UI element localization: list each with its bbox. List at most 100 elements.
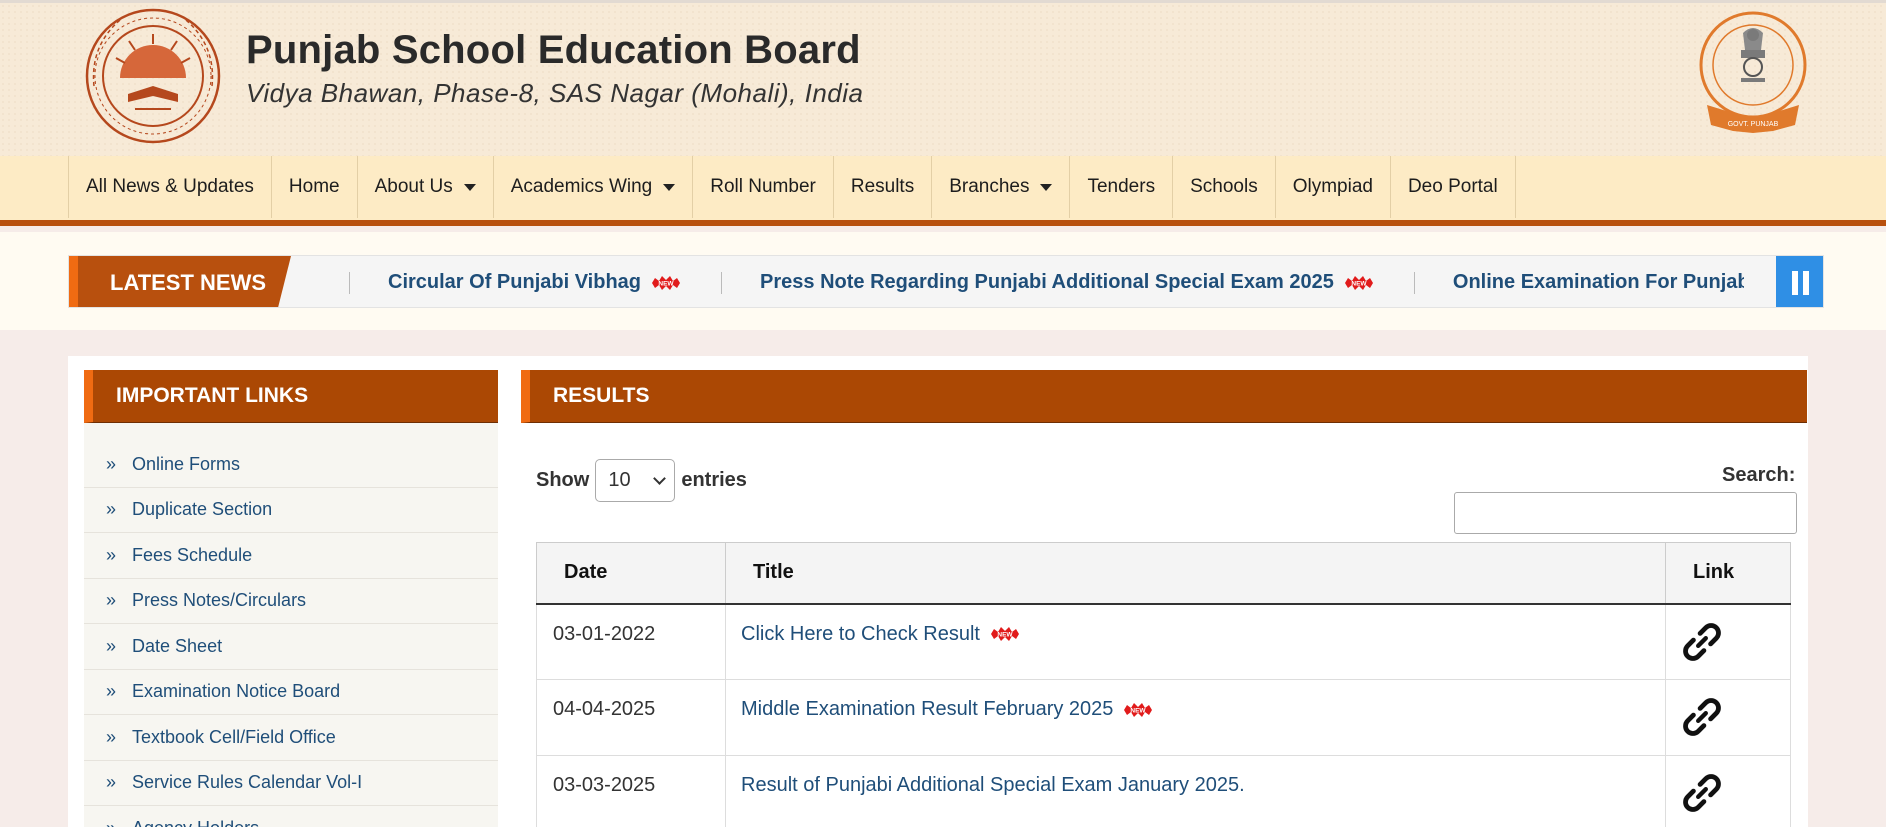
double-chevron-right-icon: »	[106, 544, 117, 565]
emblem-ribbon-text: GOVT. PUNJAB	[1728, 121, 1779, 128]
result-date: 04-04-2025	[536, 679, 726, 756]
nav-item-academics-wing[interactable]: Academics Wing	[494, 156, 694, 218]
important-link-item[interactable]: » Examination Notice Board	[84, 670, 498, 715]
important-link-item[interactable]: » Service Rules Calendar Vol-I	[84, 761, 498, 806]
new-badge-icon	[1344, 275, 1373, 290]
nav-item-label: Home	[288, 176, 340, 197]
nav-item-label: Tenders	[1087, 176, 1156, 197]
site-header: Punjab School Education Board Vidya Bhaw…	[0, 0, 1886, 156]
link-chain-icon[interactable]	[1680, 696, 1724, 738]
nav-menu: All News & Updates Home About Us Academics …	[68, 156, 1516, 218]
search-input[interactable]	[1454, 492, 1797, 534]
ticker-items: Circular Of Punjabi Vibhag Press Note Reg…	[349, 256, 1744, 307]
result-title-link[interactable]: Click Here to Check Result	[741, 623, 980, 645]
nav-item-schools[interactable]: Schools	[1173, 156, 1276, 218]
nav-item-all-news-updates[interactable]: All News & Updates	[69, 156, 272, 218]
double-chevron-right-icon: »	[106, 453, 117, 474]
important-link-item[interactable]: » Fees Schedule	[84, 533, 498, 579]
latest-news-ticker: LATEST NEWS Circular Of Punjabi Vibhag Pr…	[68, 255, 1824, 308]
entries-label: entries	[681, 469, 747, 491]
ticker-news-text: Press Note Regarding Punjabi Additional …	[760, 271, 1334, 293]
result-date: 03-01-2022	[536, 603, 726, 680]
double-chevron-right-icon: »	[106, 635, 117, 656]
site-subtitle: Vidya Bhawan, Phase-8, SAS Nagar (Mohali…	[246, 78, 864, 108]
column-header-link[interactable]: Link	[1665, 542, 1791, 605]
nav-item-deo-portal[interactable]: Deo Portal	[1391, 156, 1516, 218]
double-chevron-right-icon: »	[106, 726, 117, 747]
entries-value: 10	[608, 469, 631, 491]
column-header-title[interactable]: Title	[725, 542, 1666, 605]
double-chevron-right-icon: »	[106, 772, 117, 793]
pseb-seal-logo[interactable]	[80, 6, 226, 146]
ticker-news-link[interactable]: Online Examination For Punjabi A	[1413, 271, 1744, 294]
entries-control: Show 10 entries	[536, 459, 747, 502]
important-link-label: Online Forms	[132, 453, 241, 474]
important-link-label: Agency Holders	[132, 818, 259, 827]
results-title: RESULTS	[521, 370, 1807, 423]
chevron-down-icon	[653, 471, 667, 485]
nav-item-label: Academics Wing	[510, 176, 653, 197]
column-header-date[interactable]: Date	[536, 542, 726, 605]
important-link-item[interactable]: » Agency Holders	[84, 806, 498, 827]
ticker-news-text: Circular Of Punjabi Vibhag	[388, 271, 642, 293]
ticker-news-text: Online Examination For Punjabi A	[1452, 271, 1744, 293]
nav-item-results[interactable]: Results	[834, 156, 933, 218]
important-link-label: Service Rules Calendar Vol-I	[132, 772, 363, 793]
important-link-label: Press Notes/Circulars	[132, 590, 307, 611]
entries-select[interactable]: 10	[595, 459, 676, 502]
table-row: 04-04-2025 Middle Examination Result Febr…	[536, 679, 1791, 756]
important-link-label: Fees Schedule	[132, 544, 253, 565]
results-table: Date Title Link 03-01-2022 Click Here to …	[536, 542, 1791, 827]
nav-item-branches[interactable]: Branches	[932, 156, 1071, 218]
ticker-news-link[interactable]: Press Note Regarding Punjabi Additional …	[721, 271, 1414, 294]
important-link-item[interactable]: » Textbook Cell/Field Office	[84, 715, 498, 761]
important-link-item[interactable]: » Date Sheet	[84, 624, 498, 670]
new-badge-icon	[652, 275, 681, 290]
nav-item-label: Deo Portal	[1407, 176, 1498, 197]
site-title: Punjab School Education Board	[246, 28, 861, 72]
nav-item-label: About Us	[374, 176, 453, 197]
important-link-item[interactable]: » Online Forms	[84, 442, 498, 488]
double-chevron-right-icon: »	[106, 590, 117, 611]
govt-punjab-emblem[interactable]: GOVT. PUNJAB	[1695, 5, 1811, 139]
link-chain-icon[interactable]	[1680, 621, 1724, 663]
result-title-link[interactable]: Result of Punjabi Additional Special Exa…	[741, 774, 1245, 796]
result-title-cell: Result of Punjabi Additional Special Exa…	[725, 755, 1666, 827]
double-chevron-right-icon: »	[106, 681, 117, 702]
show-label: Show	[536, 469, 590, 491]
nav-item-label: Results	[850, 176, 915, 197]
result-link-cell	[1665, 755, 1791, 827]
important-links-list: » Online Forms » Duplicate Section » Fees Sch…	[84, 423, 498, 827]
results-header-row: Date Title Link	[536, 542, 1791, 605]
double-chevron-right-icon: »	[106, 818, 116, 827]
nav-item-about-us[interactable]: About Us	[358, 156, 494, 218]
link-chain-icon[interactable]	[1680, 772, 1724, 814]
nav-item-label: Olympiad	[1292, 176, 1373, 197]
table-row: 03-03-2025 Result of Punjabi Additional S…	[536, 755, 1791, 827]
latest-news-label: LATEST NEWS	[69, 256, 291, 307]
new-badge-icon	[1124, 702, 1153, 717]
nav-item-olympiad[interactable]: Olympiad	[1276, 156, 1391, 218]
result-title-link[interactable]: Middle Examination Result February 2025	[741, 698, 1113, 720]
important-link-label: Duplicate Section	[132, 499, 273, 520]
nav-item-tenders[interactable]: Tenders	[1070, 156, 1174, 218]
table-row: 03-01-2022 Click Here to Check Result	[536, 603, 1791, 680]
nav-item-label: Roll Number	[710, 176, 816, 197]
ticker-news-link[interactable]: Circular Of Punjabi Vibhag	[349, 271, 721, 294]
main-navbar: All News & Updates Home About Us Academics …	[0, 156, 1886, 226]
important-link-item[interactable]: » Press Notes/Circulars	[84, 579, 498, 624]
pause-icon[interactable]	[1776, 256, 1823, 307]
nav-item-home[interactable]: Home	[272, 156, 358, 218]
important-link-label: Examination Notice Board	[132, 681, 341, 702]
result-link-cell	[1665, 679, 1791, 756]
double-chevron-right-icon: »	[106, 499, 117, 520]
important-link-item[interactable]: » Duplicate Section	[84, 488, 498, 533]
caret-down-icon	[663, 183, 676, 191]
result-date: 03-03-2025	[536, 755, 726, 827]
nav-item-roll-number[interactable]: Roll Number	[693, 156, 834, 218]
result-link-cell	[1665, 603, 1791, 680]
important-link-label: Textbook Cell/Field Office	[132, 726, 336, 747]
caret-down-icon	[1040, 183, 1053, 191]
caret-down-icon	[463, 183, 476, 191]
result-title-cell: Click Here to Check Result	[725, 603, 1666, 680]
